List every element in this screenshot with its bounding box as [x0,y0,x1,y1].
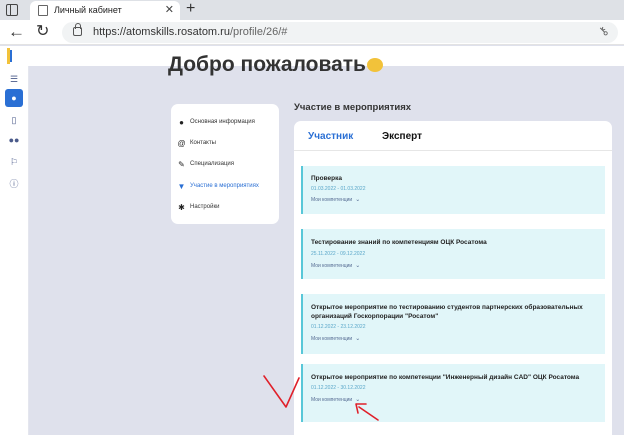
close-tab-icon[interactable]: ✕ [165,3,174,16]
menu-item-events[interactable]: ▼ Участие в мероприятиях [177,179,259,193]
tab-title: Личный кабинет [54,5,122,15]
atomskills-logo[interactable] [6,48,22,64]
my-competencies-toggle[interactable]: Мои компетенции ⌄ [311,262,360,269]
my-competencies-label: Мои компетенции [311,263,353,269]
my-competencies-toggle[interactable]: Мои компетенции ⌄ [311,196,360,203]
reload-button[interactable]: ↻ [36,22,49,42]
menu-item-main-info[interactable]: ● Основная информация [177,115,255,129]
profile-menu: ● Основная информация @ Контакты ✎ Специ… [171,104,279,224]
event-card: Тестирование знаний по компетенциям ОЦК … [301,229,605,279]
url-text[interactable]: https://atomskills.rosatom.ru/profile/26… [93,26,287,38]
chevron-down-icon: ⌄ [355,397,361,403]
section-title: Участие в мероприятиях [294,102,412,113]
browser-tab[interactable]: Личный кабинет ✕ [30,1,180,20]
at-icon: @ [177,138,186,148]
flag-icon[interactable]: ⚐ [5,153,23,171]
chevron-down-icon: ⌄ [355,263,361,269]
my-competencies-label: Мои компетенции [311,197,353,203]
icon-sidebar: ☰ ● ▯ ●● ⚐ ⓘ [0,66,29,435]
tab-actions-icon[interactable] [6,4,18,16]
menu-item-specialization[interactable]: ✎ Специализация [177,157,234,171]
book-icon[interactable]: ▯ [5,111,23,129]
browser-tab-bar: Личный кабинет ✕ + [0,0,624,20]
trophy-icon: ▼ [177,181,186,191]
welcome-text: Добро пожаловать [168,53,366,76]
tab-participant[interactable]: Участник [308,131,353,142]
menu-item-label: Настройки [190,204,220,210]
menu-item-label: Основная информация [190,119,255,125]
events-panel: Участник Эксперт Проверка 01.03.2022 - 0… [294,121,612,435]
menu-item-settings[interactable]: ✱ Настройки [177,200,219,214]
key-icon[interactable]: ⚷ [596,23,612,39]
my-competencies-toggle[interactable]: Мои компетенции ⌄ [311,335,360,342]
event-title: Открытое мероприятие по компетенции "Инж… [311,374,580,381]
list-icon[interactable]: ☰ [5,70,23,88]
event-card: Проверка 01.03.2022 - 01.03.2022 Мои ком… [301,166,605,214]
event-dates: 01.03.2022 - 01.03.2022 [311,186,366,192]
browser-toolbar: ← ↻ https://atomskills.rosatom.ru/profil… [0,20,624,45]
lock-icon[interactable] [73,23,82,36]
user-icon: ● [179,117,184,127]
page-favicon-icon [38,5,48,16]
gear-icon: ✱ [178,202,185,212]
role-tabs: Участник Эксперт [294,121,612,151]
new-tab-button[interactable]: + [186,0,195,18]
chevron-down-icon: ⌄ [355,336,361,342]
event-title: Тестирование знаний по компетенциям ОЦК … [311,239,487,246]
event-title: Открытое мероприятие по тестированию сту… [311,304,583,320]
user-icon[interactable]: ● [5,89,23,107]
chevron-down-icon: ⌄ [355,197,361,203]
my-competencies-toggle[interactable]: Мои компетенции ⌄ [311,396,360,403]
menu-item-label: Специализация [190,161,235,167]
info-icon[interactable]: ⓘ [5,174,23,192]
menu-item-contacts[interactable]: @ Контакты [177,136,216,150]
url-path: /profile/26/# [229,26,288,38]
my-competencies-label: Мои компетенции [311,397,353,403]
tab-expert[interactable]: Эксперт [382,131,422,142]
event-dates: 01.12.2022 - 30.12.2022 [311,385,366,391]
users-icon[interactable]: ●● [5,131,23,149]
menu-item-label: Участие в мероприятиях [190,183,259,189]
page-title: Добро пожаловать [168,53,383,77]
address-bar[interactable]: https://atomskills.rosatom.ru/profile/26… [62,22,618,43]
waving-hand-icon [366,58,383,73]
event-card: Открытое мероприятие по тестированию сту… [301,294,605,354]
event-title: Проверка [311,175,342,182]
back-button[interactable]: ← [8,22,25,42]
menu-item-label: Контакты [190,140,216,146]
wrench-icon: ✎ [178,159,185,169]
event-card: Открытое мероприятие по компетенции "Инж… [301,364,605,422]
my-competencies-label: Мои компетенции [311,336,353,342]
url-host: https://atomskills.rosatom.ru [93,26,230,38]
event-dates: 25.11.2022 - 09.12.2022 [311,251,366,257]
event-dates: 01.12.2022 - 23.12.2022 [311,324,366,330]
